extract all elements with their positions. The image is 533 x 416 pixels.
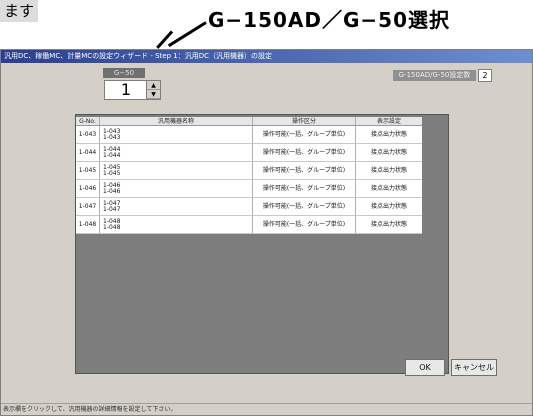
table-row[interactable]: 1-045 1-045 1-045 操作可能(一括、グループ単位) 接点出力状態 (76, 162, 422, 180)
callout-pointer-line (167, 21, 207, 48)
cell-display[interactable]: 接点出力状態 (356, 198, 422, 215)
cell-display[interactable]: 接点出力状態 (356, 180, 422, 197)
cell-g-no: 1-047 (76, 198, 100, 215)
device-name-line2: 1-048 (103, 224, 121, 231)
device-name-line2: 1-044 (103, 152, 121, 159)
cell-operation[interactable]: 操作可能(一括、グループ単位) (253, 126, 356, 143)
device-name-line2: 1-043 (103, 134, 121, 141)
spinner-down-icon[interactable]: ▼ (147, 90, 160, 99)
spinner-value[interactable]: 1 (105, 81, 147, 99)
g-count-value: 2 (478, 69, 492, 82)
status-bar: 表示欄をクリックして、汎用機器の詳細情報を設定して下さい。 (1, 403, 532, 415)
spinner-buttons: ▲ ▼ (146, 81, 160, 99)
device-list-panel: G-No. 汎用機器名称 操作区分 表示設定 1-043 1-043 1-043 操作… (75, 114, 449, 374)
device-table: G-No. 汎用機器名称 操作区分 表示設定 1-043 1-043 1-043 操作… (76, 117, 422, 234)
window-title: 汎用DC、稼働MC、計量MCの設定ウィザード - Step 1：汎用DC（汎用機… (1, 50, 532, 63)
header-display: 表示設定 (376, 118, 401, 125)
table-row[interactable]: 1-046 1-046 1-046 操作可能(一括、グループ単位) 接点出力状態 (76, 180, 422, 198)
cell-operation[interactable]: 操作可能(一括、グループ単位) (253, 162, 356, 179)
table-row[interactable]: 1-047 1-047 1-047 操作可能(一括、グループ単位) 接点出力状態 (76, 198, 422, 216)
cell-device-name[interactable]: 1-047 1-047 (100, 198, 253, 215)
cancel-button[interactable]: キャンセル (451, 359, 497, 376)
header-operation: 操作区分 (253, 117, 356, 125)
cell-display[interactable]: 接点出力状態 (356, 144, 422, 161)
cell-g-no: 1-043 (76, 126, 100, 143)
device-name-line2: 1-045 (103, 170, 121, 177)
cell-device-name[interactable]: 1-045 1-045 (100, 162, 253, 179)
g-type-label: G−50 (103, 68, 145, 78)
cell-g-no: 1-046 (76, 180, 100, 197)
wizard-window: 汎用DC、稼働MC、計量MCの設定ウィザード - Step 1：汎用DC（汎用機… (0, 49, 533, 416)
cell-operation[interactable]: 操作可能(一括、グループ単位) (253, 180, 356, 197)
header-device-name: 汎用機器名称 (100, 117, 253, 125)
cell-device-name[interactable]: 1-044 1-044 (100, 144, 253, 161)
cell-operation[interactable]: 操作可能(一括、グループ単位) (253, 216, 356, 233)
cell-display[interactable]: 接点出力状態 (356, 126, 422, 143)
cell-display[interactable]: 接点出力状態 (356, 216, 422, 233)
table-row[interactable]: 1-044 1-044 1-044 操作可能(一括、グループ単位) 接点出力状態 (76, 144, 422, 162)
cell-device-name[interactable]: 1-046 1-046 (100, 180, 253, 197)
device-name-line2: 1-046 (103, 188, 121, 195)
cell-g-no: 1-048 (76, 216, 100, 233)
table-row[interactable]: 1-048 1-048 1-048 操作可能(一括、グループ単位) 接点出力状態 (76, 216, 422, 234)
header-g-no: G-No. (76, 117, 100, 125)
spinner-up-icon[interactable]: ▲ (147, 81, 160, 90)
cell-g-no: 1-044 (76, 144, 100, 161)
table-header: G-No. 汎用機器名称 操作区分 表示設定 (76, 117, 422, 126)
annotation-left-text: ます (0, 0, 39, 22)
cell-display[interactable]: 接点出力状態 (356, 162, 422, 179)
cell-g-no: 1-045 (76, 162, 100, 179)
cell-device-name[interactable]: 1-043 1-043 (100, 126, 253, 143)
device-name-line2: 1-047 (103, 206, 121, 213)
cell-device-name[interactable]: 1-048 1-048 (100, 216, 253, 233)
g-count-label: G-150AD/G-50設定数 (393, 70, 476, 81)
cell-operation[interactable]: 操作可能(一括、グループ単位) (253, 144, 356, 161)
table-row[interactable]: 1-043 1-043 1-043 操作可能(一括、グループ単位) 接点出力状態 (76, 126, 422, 144)
ok-button[interactable]: OK (405, 359, 445, 376)
g-number-spinner[interactable]: 1 ▲ ▼ (104, 80, 161, 100)
cell-operation[interactable]: 操作可能(一括、グループ単位) (253, 198, 356, 215)
callout-label: G−150AD／G−50選択 (208, 8, 451, 32)
table-body: 1-043 1-043 1-043 操作可能(一括、グループ単位) 接点出力状態 1-04… (76, 126, 422, 234)
